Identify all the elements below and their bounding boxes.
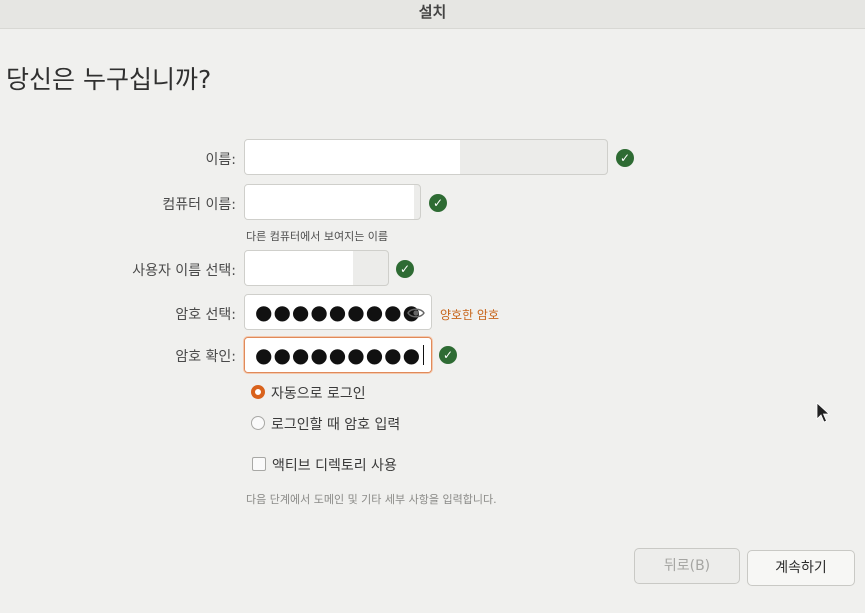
eye-icon[interactable] — [407, 304, 425, 322]
window-titlebar: 설치 — [0, 0, 865, 29]
active-directory-checkbox[interactable] — [252, 457, 266, 471]
computer-name-label: 컴퓨터 이름: — [162, 197, 236, 213]
username-valid-check-icon: ✓ — [396, 260, 414, 278]
continue-button[interactable]: 계속하기 — [747, 550, 855, 586]
mouse-pointer-icon — [816, 402, 830, 423]
computer-name-field[interactable] — [244, 184, 421, 220]
name-field[interactable] — [244, 139, 608, 175]
auto-login-radio[interactable] — [251, 385, 265, 399]
username-field[interactable] — [244, 250, 389, 286]
username-label: 사용자 이름 선택: — [132, 263, 236, 279]
confirm-password-field[interactable]: ●●●●●●●●● — [244, 337, 432, 373]
page-title: 당신은 누구십니까? — [6, 65, 212, 94]
computer-name-hint: 다른 컴퓨터에서 보여지는 이름 — [246, 230, 389, 243]
back-button[interactable]: 뒤로(B) — [634, 548, 740, 584]
active-directory-hint: 다음 단계에서 도메인 및 기타 세부 사항을 입력합니다. — [246, 493, 497, 506]
text-caret — [423, 345, 425, 365]
computer-name-valid-check-icon: ✓ — [429, 194, 447, 212]
password-field[interactable]: ●●●●●●●●● — [244, 294, 432, 330]
confirm-password-masked-wrap: ●●●●●●●●● — [255, 343, 425, 367]
confirm-password-valid-check-icon: ✓ — [439, 346, 457, 364]
auto-login-label[interactable]: 자동으로 로그인 — [271, 383, 366, 403]
password-masked-value: ●●●●●●●●● — [255, 300, 422, 324]
confirm-password-label: 암호 확인: — [175, 349, 236, 365]
require-password-radio[interactable] — [251, 416, 265, 430]
name-label: 이름: — [205, 152, 236, 168]
name-valid-check-icon: ✓ — [616, 149, 634, 167]
active-directory-label[interactable]: 액티브 디렉토리 사용 — [272, 455, 397, 475]
confirm-password-masked-value: ●●●●●●●●● — [255, 343, 422, 367]
password-label: 암호 선택: — [175, 307, 236, 323]
password-strength: 양호한 암호 — [440, 308, 500, 322]
window-title: 설치 — [418, 3, 447, 21]
require-password-label[interactable]: 로그인할 때 암호 입력 — [271, 414, 400, 434]
